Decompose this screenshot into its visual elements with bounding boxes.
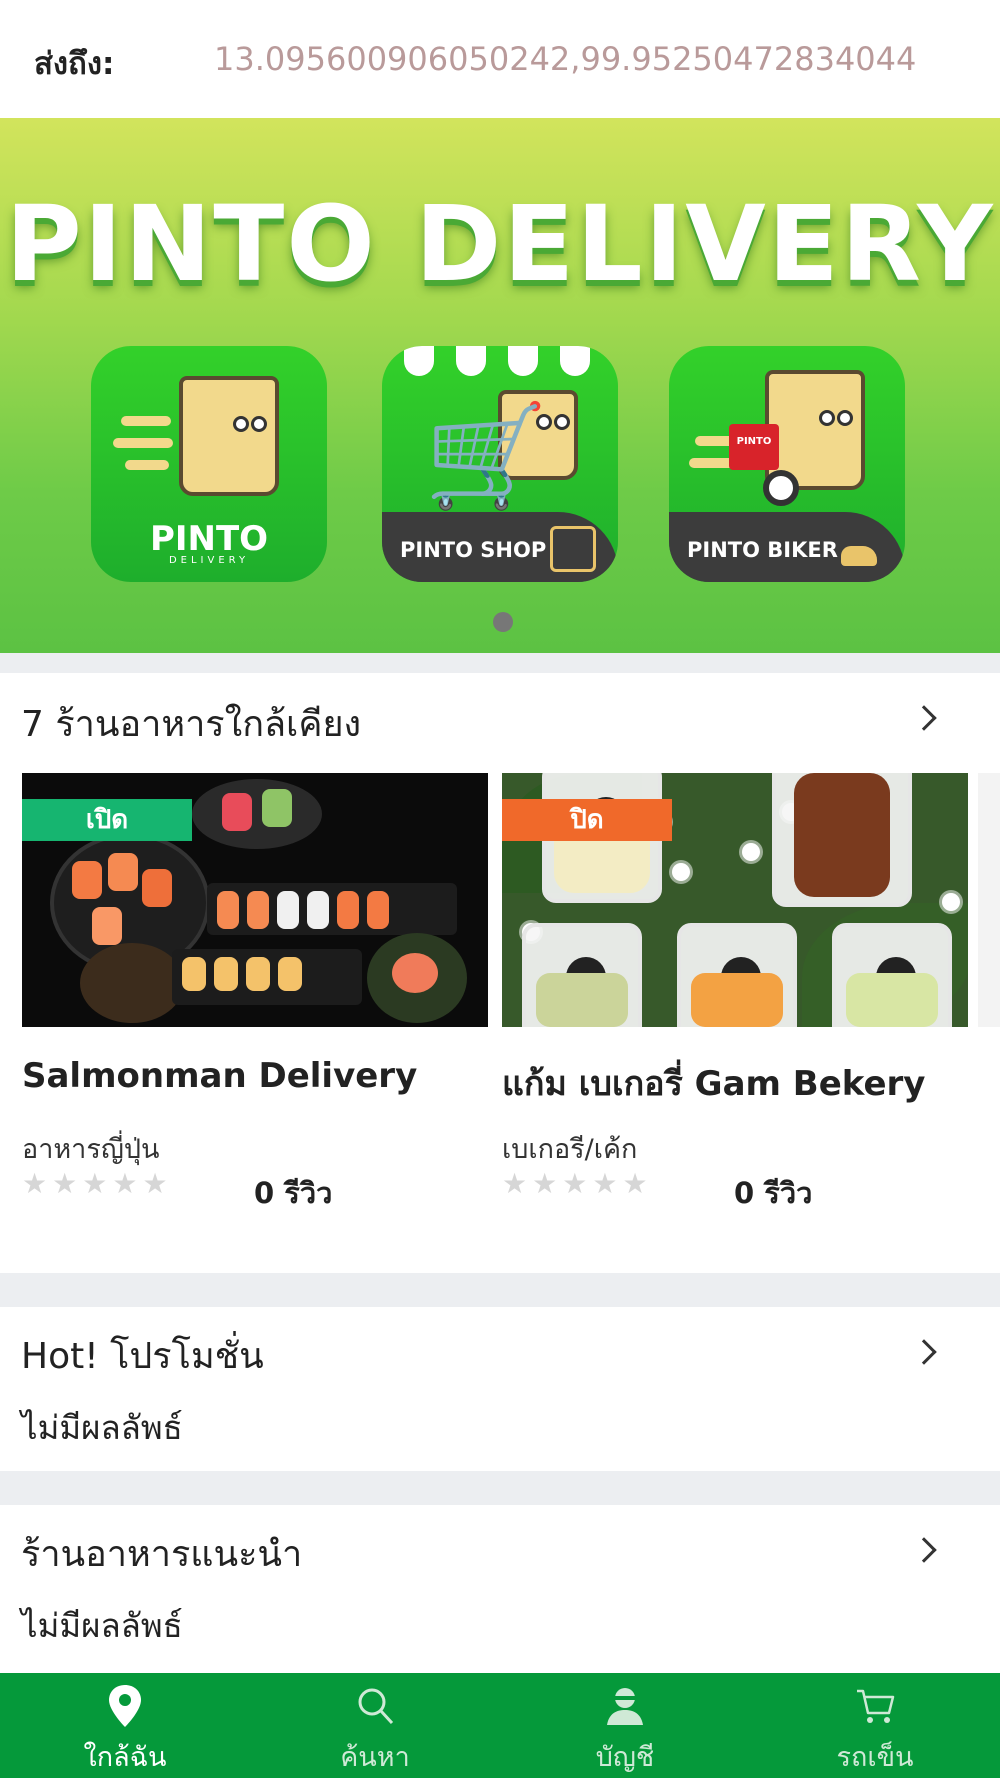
sushi-piece xyxy=(214,957,238,991)
speed-line xyxy=(121,416,171,426)
sushi-piece xyxy=(72,861,102,899)
tab-nearby[interactable]: ใกล้ฉัน xyxy=(0,1673,250,1778)
sushi-piece xyxy=(262,789,292,827)
star-icon: ★ xyxy=(622,1167,648,1200)
speed-line xyxy=(125,460,169,470)
wheel-icon xyxy=(763,470,799,506)
melon-roll xyxy=(846,973,938,1027)
pandan-roll xyxy=(536,973,628,1027)
star-icon: ★ xyxy=(112,1167,138,1200)
restaurant-category: เบเกอรี/เค้ก xyxy=(502,1134,638,1165)
orange-roll xyxy=(691,973,783,1027)
nearby-restaurants-heading[interactable]: 7 ร้านอาหารใกล้เคียง xyxy=(21,695,361,752)
star-icon: ★ xyxy=(562,1167,588,1200)
location-pin-icon xyxy=(109,1685,141,1727)
tab-label: ค้นหา xyxy=(340,1742,410,1773)
delivery-box-icon: PINTO xyxy=(729,424,779,470)
chevron-right-icon[interactable] xyxy=(911,705,937,731)
tab-label: ใกล้ฉัน xyxy=(83,1742,167,1773)
pinto-delivery-app-tile: PINTO DELIVERY xyxy=(91,346,327,582)
flower xyxy=(742,843,760,861)
sushi-piece xyxy=(277,891,299,929)
sushi-piece xyxy=(278,957,302,991)
chevron-right-icon[interactable] xyxy=(911,1339,937,1365)
cart-icon xyxy=(857,1689,895,1723)
status-badge-open: เปิด xyxy=(22,799,192,841)
promo-banner-carousel[interactable]: PINTO DELIVERY PINTO DELIVERY 🛒 PINTO SH… xyxy=(0,118,1000,653)
star-icon: ★ xyxy=(52,1167,78,1200)
recommended-heading[interactable]: ร้านอาหารแนะนำ xyxy=(21,1525,302,1582)
star-icon: ★ xyxy=(82,1167,108,1200)
app-tile-name: PINTO xyxy=(149,519,269,559)
review-count: 0 รีวิว xyxy=(734,1176,813,1210)
search-icon xyxy=(358,1688,394,1725)
promotions-section: Hot! โปรโมชั่น ไม่มีผลลัพธ์ xyxy=(0,1307,1000,1471)
star-icon: ★ xyxy=(592,1167,618,1200)
tab-account[interactable]: บัญชี xyxy=(500,1673,750,1778)
star-rating: ★ ★ ★ ★ ★ xyxy=(502,1170,653,1198)
recommended-section: ร้านอาหารแนะนำ ไม่มีผลลัพธ์ xyxy=(0,1505,1000,1673)
delivery-address-value[interactable]: 13.095600906050242,99.95250472834044 xyxy=(214,40,916,78)
recommended-empty-text: ไม่มีผลลัพธ์ xyxy=(21,1606,183,1645)
sushi-piece xyxy=(217,891,239,929)
plate xyxy=(192,779,322,849)
tab-cart[interactable]: รถเข็น xyxy=(750,1673,1000,1778)
nearby-restaurants-section: 7 ร้านอาหารใกล้เคียง เปิด Salmonman Deli… xyxy=(0,673,1000,1273)
review-count: 0 รีวิว xyxy=(254,1176,333,1210)
sushi-piece xyxy=(247,891,269,929)
sushi-piece xyxy=(222,793,252,831)
salmon-rose xyxy=(392,953,438,993)
sushi-piece xyxy=(307,891,329,929)
star-icon: ★ xyxy=(502,1167,528,1200)
sushi-piece xyxy=(367,891,389,929)
sushi-piece xyxy=(337,891,359,929)
tab-search[interactable]: ค้นหา xyxy=(250,1673,500,1778)
star-icon: ★ xyxy=(532,1167,558,1200)
shop-awning-icon xyxy=(382,346,618,376)
tab-label: บัญชี xyxy=(595,1742,655,1773)
status-badge-closed: ปิด xyxy=(502,799,672,841)
shopping-cart-icon: 🛒 xyxy=(424,397,549,514)
star-icon: ★ xyxy=(142,1167,168,1200)
promotions-heading[interactable]: Hot! โปรโมชั่น xyxy=(21,1327,264,1384)
restaurant-category: อาหารญี่ปุ่น xyxy=(22,1134,160,1165)
flower xyxy=(942,893,960,911)
pinto-shop-app-tile: 🛒 PINTO SHOP xyxy=(382,346,618,582)
tab-label: รถเข็น xyxy=(836,1742,914,1773)
flower xyxy=(672,863,690,881)
scooter-icon xyxy=(831,526,887,572)
sushi-piece xyxy=(92,907,122,945)
sushi-piece xyxy=(108,853,138,891)
sushi-piece xyxy=(246,957,270,991)
restaurant-name[interactable]: Salmonman Delivery xyxy=(22,1056,417,1096)
chevron-right-icon[interactable] xyxy=(911,1537,937,1563)
delivery-address-bar[interactable]: ส่งถึง: 13.095600906050242,99.9525047283… xyxy=(0,0,1000,118)
banner-title: PINTO DELIVERY xyxy=(5,183,995,305)
app-screen: ส่งถึง: 13.095600906050242,99.9525047283… xyxy=(0,0,1000,1778)
app-tile-subtitle: DELIVERY xyxy=(168,555,250,566)
speed-line xyxy=(113,438,173,448)
chocolate-roll xyxy=(794,773,890,897)
star-rating: ★ ★ ★ ★ ★ xyxy=(22,1170,173,1198)
promotions-empty-text: ไม่มีผลลัพธ์ xyxy=(21,1408,183,1447)
sushi-board xyxy=(207,883,457,935)
bag-mascot-icon xyxy=(179,376,279,496)
star-icon: ★ xyxy=(22,1167,48,1200)
sushi-piece xyxy=(142,869,172,907)
sushi-piece xyxy=(182,957,206,991)
bottom-tab-bar: ใกล้ฉัน ค้นหา บัญชี รถเข็น xyxy=(0,1673,1000,1778)
restaurant-name[interactable]: แก้ม เบเกอรี่ Gam Bekery xyxy=(502,1056,925,1110)
carousel-page-indicator[interactable] xyxy=(493,612,513,632)
bowl xyxy=(80,943,184,1023)
account-icon xyxy=(607,1688,643,1725)
pinto-biker-app-tile: PINTO PINTO BIKER xyxy=(669,346,905,582)
next-card-peek xyxy=(978,773,1000,1027)
shop-icon xyxy=(550,526,596,572)
delivery-address-label: ส่งถึง: xyxy=(34,46,115,82)
